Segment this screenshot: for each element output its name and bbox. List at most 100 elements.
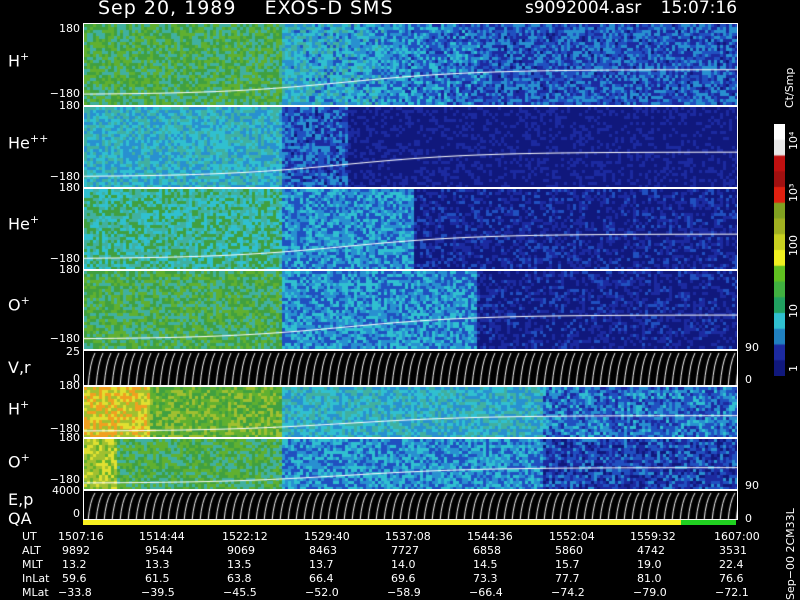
right-tick-bottom: 0 [745,512,752,525]
tick-bottom: −180 [49,87,80,100]
spectrogram-h-plus-2 [83,386,738,438]
colorbar-unit: Ct/Smp [783,67,796,108]
colorbar-tick: 10⁴ [787,131,800,150]
right-tick-top: 90 [745,479,759,492]
cell: 3531 [719,544,747,557]
row-alt: ALT 9892 9544 9069 8463 7727 6858 5860 4… [0,544,800,558]
cell: −52.0 [305,586,339,599]
cell: 13.7 [309,558,334,571]
cell: 22.4 [719,558,744,571]
file-name: s9092004.asr [525,0,642,18]
colorbar-tick: 10³ [787,183,800,202]
colorbar-tick: 100 [787,235,800,256]
cell: 9069 [227,544,255,557]
energy-panel [83,490,738,520]
cell: 9892 [62,544,90,557]
label-h-plus-1: H+ [8,50,30,71]
cell: −45.5 [223,586,257,599]
label-he-plus-plus: He++ [8,132,49,153]
cell: 14.0 [391,558,416,571]
cell: −74.2 [551,586,585,599]
cell: 5860 [555,544,583,557]
qa-bar-yellow [83,520,681,525]
cell: −39.5 [141,586,175,599]
cell: 73.3 [473,572,498,585]
tick-top: 180 [59,379,80,392]
tick-top: 180 [59,22,80,35]
cell: 1607:00 [714,530,760,543]
file-info: s9092004.asr 15:07:16 [525,0,737,18]
colorbar-tick: 10 [787,304,800,318]
title-date: Sep 20, 1989 [98,0,237,19]
cell: 1537:08 [385,530,431,543]
colorbar-tick: 1 [787,365,800,372]
cell: 1559:32 [630,530,676,543]
row-label: ALT [22,544,41,557]
label-v-r: V,r [8,358,31,377]
title-instrument: EXOS-D SMS [264,0,394,19]
cell: 1522:12 [222,530,268,543]
cell: 1552:04 [549,530,595,543]
qa-bar-green [681,520,736,525]
cell: 9544 [145,544,173,557]
cell: −72.1 [715,586,749,599]
label-e-p: E,p [8,490,34,509]
cell: −79.0 [633,586,667,599]
tick-top: 180 [59,263,80,276]
label-o-plus-2: O+ [8,451,30,472]
label-qa: QA [8,509,32,528]
spectrogram-he-plus [83,188,738,270]
row-mlat: MLat −33.8 −39.5 −45.5 −52.0 −58.9 −66.4… [0,586,800,600]
cell: 1529:40 [304,530,350,543]
cell: −66.4 [469,586,503,599]
cell: 69.6 [391,572,416,585]
spectrogram-o-plus-1 [83,270,738,350]
cell: 4742 [637,544,665,557]
tick-top: 180 [59,99,80,112]
row-label: InLat [22,572,50,585]
tick-top: 25 [66,345,80,358]
colorbar [774,124,785,376]
row-label: MLT [22,558,43,571]
tick-bottom: −180 [49,332,80,345]
row-label: UT [22,530,37,543]
cell: 1514:44 [139,530,185,543]
velocity-panel [83,350,738,386]
cell: 61.5 [145,572,170,585]
cell: 13.2 [62,558,87,571]
spectrogram-h-plus-1 [83,23,738,106]
cell: 13.3 [145,558,170,571]
version-stamp: Sep−00 2CM33L [784,508,797,600]
label-h-plus-2: H+ [8,398,30,419]
right-tick-bottom: 0 [745,373,752,386]
label-he-plus: He+ [8,213,40,234]
cell: 13.5 [227,558,252,571]
right-tick-top: 90 [745,341,759,354]
row-inlat: InLat 59.6 61.5 63.8 66.4 69.6 73.3 77.7… [0,572,800,586]
cell: 7727 [391,544,419,557]
cell: 14.5 [473,558,498,571]
cell: −58.9 [387,586,421,599]
cell: −33.8 [58,586,92,599]
cell: 1507:16 [58,530,104,543]
tick-top: 180 [59,431,80,444]
tick-bottom: 0 [73,507,80,520]
file-time: 15:07:16 [660,0,738,18]
cell: 76.6 [719,572,744,585]
row-ut: UT 1507:16 1514:44 1522:12 1529:40 1537:… [0,530,800,544]
cell: 19.0 [637,558,662,571]
cell: 63.8 [227,572,252,585]
cell: 81.0 [637,572,662,585]
cell: 59.6 [62,572,87,585]
tick-top: 4000 [52,484,80,497]
cell: 77.7 [555,572,580,585]
plot-title: Sep 20, 1989 EXOS-D SMS [98,0,394,19]
label-o-plus-1: O+ [8,294,30,315]
tick-top: 180 [59,181,80,194]
row-mlt: MLT 13.2 13.3 13.5 13.7 14.0 14.5 15.7 1… [0,558,800,572]
spectrogram-he-plus-plus [83,106,738,188]
cell: 1544:36 [467,530,513,543]
cell: 66.4 [309,572,334,585]
cell: 6858 [473,544,501,557]
cell: 15.7 [555,558,580,571]
